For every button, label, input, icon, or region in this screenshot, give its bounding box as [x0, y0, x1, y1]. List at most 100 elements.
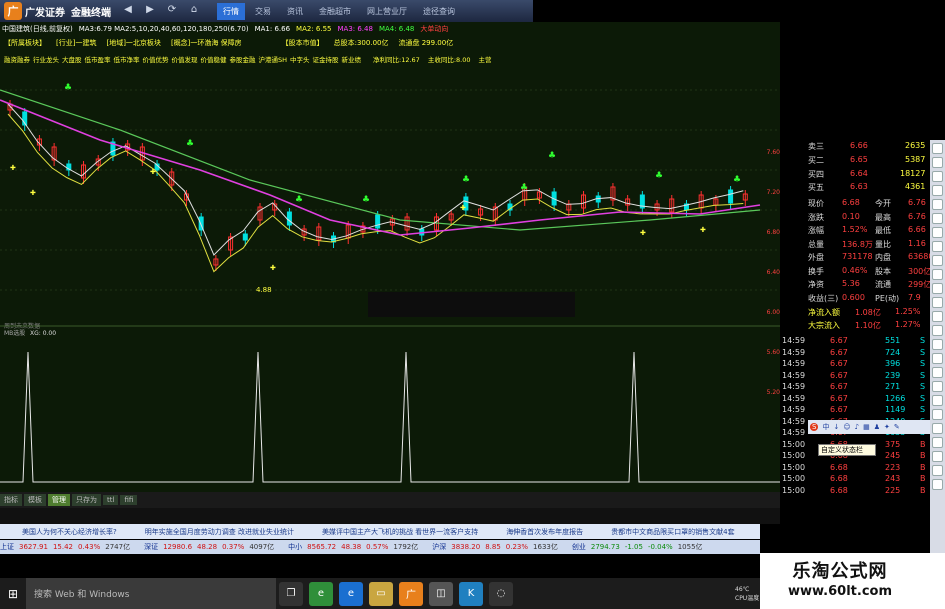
back-icon[interactable]: ◀	[120, 4, 136, 18]
refresh-icon[interactable]: ⟳	[164, 4, 180, 18]
tool-button-icon[interactable]	[932, 451, 943, 462]
store-icon[interactable]: ◫	[429, 581, 453, 606]
keyboard-icon[interactable]: ▦	[863, 423, 870, 431]
concept-tag[interactable]: 中字头	[290, 54, 310, 64]
tool-button-icon[interactable]	[932, 409, 943, 420]
concept-tag[interactable]: 行业龙头	[33, 54, 59, 64]
lang-toggle-icon[interactable]: 中	[822, 422, 829, 432]
tool-button-icon[interactable]	[932, 423, 943, 434]
emoji-icon[interactable]: ☺	[843, 423, 850, 431]
tool-button-icon[interactable]	[932, 269, 943, 280]
tool-button-icon[interactable]	[932, 157, 943, 168]
tool-button-icon[interactable]	[932, 437, 943, 448]
concept-tag[interactable]: 大盘股	[62, 54, 82, 64]
index-pct: -0.04%	[647, 543, 673, 551]
news-item[interactable]: 海伸香首次发布年度报告	[506, 527, 583, 537]
sogou-icon[interactable]: S	[810, 423, 819, 431]
news-item[interactable]: 美媒评中国主产大飞机的挑战 看世界一流客户支持	[322, 527, 478, 537]
tab-ttl[interactable]: ttl	[103, 495, 119, 505]
windows-start-icon[interactable]: ⊞	[0, 578, 26, 609]
menu-item-news[interactable]: 资讯	[281, 3, 309, 20]
news-ticker[interactable]: 美国人为何不关心经济增长率? 明年实施全国月度劳动力调查 改进就业失业统计 美媒…	[0, 524, 760, 539]
concept-tag[interactable]: 参股金融	[230, 54, 256, 64]
tab-indicator[interactable]: 指标	[0, 494, 22, 506]
tick-row: 14:59 6.67 1266 S	[782, 393, 926, 403]
concept-tag[interactable]: 价值优势	[143, 54, 169, 64]
tool-button-icon[interactable]	[932, 199, 943, 210]
tool-button-icon[interactable]	[932, 353, 943, 364]
concept-tag[interactable]: 新业绩	[342, 54, 362, 64]
menu-item-quote[interactable]: 行情	[217, 2, 245, 20]
tool-button-icon[interactable]	[932, 339, 943, 350]
menu-item-online-hall[interactable]: 网上营业厅	[361, 3, 413, 20]
app-misc-icon[interactable]: ◌	[489, 581, 513, 606]
tab-fifi[interactable]: fifi	[120, 495, 138, 505]
concept-tag[interactable]: 证金持股	[313, 54, 339, 64]
tool-button-icon[interactable]	[932, 255, 943, 266]
tool-button-icon[interactable]	[932, 311, 943, 322]
tool-button-icon[interactable]	[932, 143, 943, 154]
tab-template[interactable]: 模板	[24, 494, 46, 506]
tool-button-icon[interactable]	[932, 283, 943, 294]
tool-button-icon[interactable]	[932, 185, 943, 196]
tick-row: 14:59 6.67 1149 S	[782, 405, 926, 414]
ma-line-yellow	[7, 113, 744, 273]
concept-tag[interactable]: 融资融券	[4, 54, 30, 64]
index-ticker[interactable]: 上证 3627.91 15.42 0.43% 2747亿 深证 12980.6 48.28 0.…	[0, 540, 760, 554]
menu-item-query[interactable]: 途径查询	[417, 3, 461, 20]
menu-item-market[interactable]: 金融超市	[313, 3, 357, 20]
tab-save-as[interactable]: 只存为	[72, 494, 101, 506]
tool-button-icon[interactable]	[932, 325, 943, 336]
tool-button-icon[interactable]	[932, 213, 943, 224]
tool-button-icon[interactable]	[932, 395, 943, 406]
bid-row: 买四 6.64 18127	[808, 169, 926, 179]
concept-tag[interactable]: 价值稳健	[201, 54, 227, 64]
task-view-icon[interactable]: ❐	[279, 581, 303, 606]
menu-item-trade[interactable]: 交易	[249, 3, 277, 20]
tool-button-icon[interactable]	[932, 465, 943, 476]
buy-signal-icon: ✚	[10, 164, 16, 172]
axis-tick-label: 6.80	[767, 229, 780, 236]
tool-button-icon[interactable]	[932, 227, 943, 238]
voice-icon[interactable]: ♪	[855, 423, 859, 431]
news-item[interactable]: 美国人为何不关心经济增长率?	[22, 527, 117, 537]
index-pct: 0.37%	[222, 543, 245, 551]
edge-icon[interactable]: e	[339, 581, 363, 606]
browser-360-icon[interactable]: e	[309, 581, 333, 606]
tool-button-icon[interactable]	[932, 171, 943, 182]
capital-tag[interactable]: 【股本市值】	[282, 38, 324, 48]
punct-icon[interactable]: ↓	[833, 423, 839, 431]
ime-toolbar[interactable]: S 中 ↓ ☺ ♪ ▦ ♟ ✦ ✎	[808, 420, 930, 434]
tools-icon[interactable]: ✎	[894, 423, 900, 431]
tool-button-icon[interactable]	[932, 479, 943, 490]
news-item[interactable]: 贵都市中文商品限买口罩的销售文献4套	[611, 527, 734, 537]
tool-button-icon[interactable]	[932, 297, 943, 308]
tool-button-icon[interactable]	[932, 367, 943, 378]
tool-button-icon[interactable]	[932, 381, 943, 392]
buy-signal-icon: ✚	[150, 168, 156, 176]
user-icon[interactable]: ♟	[874, 423, 880, 431]
sector-tag[interactable]: 【所属板块】	[4, 38, 46, 48]
right-toolbar[interactable]	[930, 140, 945, 592]
news-item[interactable]: 明年实施全国月度劳动力调查 改进就业失业统计	[145, 527, 294, 537]
concept-tag[interactable]: 低市盈率	[85, 54, 111, 64]
concept-tag[interactable]: 沪港通SH	[259, 54, 288, 64]
sector-tag[interactable]: [行业]一建筑	[56, 38, 96, 48]
gf-app-icon[interactable]: 广	[399, 581, 423, 606]
tick-row: 15:00 6.68 243 B	[782, 474, 926, 483]
sector-tag[interactable]: [概念]一环渤海 保障房	[171, 38, 242, 48]
kline-svg[interactable]: ♣ ♣ ♣ ♣ ♣ ♣ ♣ ♣ ♣ ✚ ✚ ✚ ✚ ✚ ✚ ✚ 7.60 7.20 6.80 6.40 6.00 5.6…	[0, 70, 780, 492]
kline-chart-panel[interactable]: 中国建筑(日线,前复权) MA3:6.79 MA2:5,10,20,40,60,…	[0, 22, 780, 492]
file-explorer-icon[interactable]: ▭	[369, 581, 393, 606]
tab-manage[interactable]: 管理	[48, 494, 70, 506]
forward-icon[interactable]: ▶	[142, 4, 158, 18]
app-k-icon[interactable]: K	[459, 581, 483, 606]
concept-tag[interactable]: 低市净率	[114, 54, 140, 64]
home-icon[interactable]: ⌂	[186, 4, 202, 18]
tool-button-icon[interactable]	[932, 241, 943, 252]
sector-tag[interactable]: [地域]一北京板块	[106, 38, 160, 48]
concept-tag[interactable]: 价值发现	[172, 54, 198, 64]
skin-icon[interactable]: ✦	[884, 423, 890, 431]
taskbar-search-box[interactable]: 搜索 Web 和 Windows	[26, 578, 276, 609]
sub-indicator-value: XG: 0.00	[30, 330, 56, 337]
